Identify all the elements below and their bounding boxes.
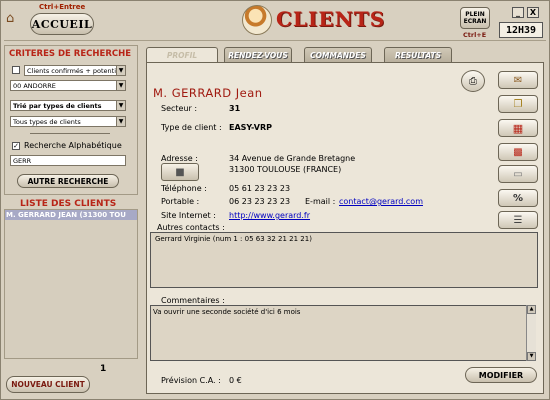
comments-field[interactable]: Va ouvrir une seconde société d'ici 6 mo… <box>150 305 536 361</box>
accueil-button[interactable]: ACCUEIL <box>30 13 94 35</box>
company-button[interactable]: ▩ <box>498 143 538 161</box>
client-list-title: LISTE DES CLIENTS <box>20 199 117 209</box>
comments-label: Commentaires : <box>161 296 225 305</box>
close-button[interactable]: X <box>527 7 539 18</box>
other-search-button[interactable]: AUTRE RECHERCHE <box>17 174 119 188</box>
email-label: E-mail : <box>305 197 336 206</box>
list-item[interactable]: M. GERRARD JEAN (31300 TOU <box>5 210 137 220</box>
revenue-forecast-value: 0 € <box>229 376 242 385</box>
alpha-search-label: Recherche Alphabétique <box>24 141 122 150</box>
client-type-select-value: Tous types de clients <box>13 118 81 126</box>
email-button[interactable]: ✉ <box>498 71 538 89</box>
map-icon: ■ <box>175 166 185 178</box>
address-line2: 31300 TOULOUSE (FRANCE) <box>229 165 342 174</box>
client-status-select-value: Clients confirmés + potenti <box>27 67 117 75</box>
percent-icon: % <box>512 192 524 204</box>
address-line1: 34 Avenue de Grande Bretagne <box>229 154 356 163</box>
tab-rendez-vous[interactable]: RENDEZ-VOUS <box>224 47 292 62</box>
catalog-icon: ☰ <box>513 214 523 226</box>
client-count: 1 <box>100 364 107 374</box>
fullscreen-shortcut-label: Ctrl+E <box>463 31 487 39</box>
scroll-down-icon[interactable]: ▼ <box>527 352 536 361</box>
tab-resultats[interactable]: RESULTATS <box>384 47 452 62</box>
percent-button[interactable]: % <box>498 189 538 207</box>
factory-icon: ▩ <box>513 146 523 158</box>
other-contacts-field[interactable]: Gerrard Virginie (num 1 : 05 63 32 21 21… <box>150 232 538 288</box>
table-icon: ▦ <box>512 121 524 135</box>
website-label: Site Internet : <box>161 211 216 220</box>
comments-scrollbar[interactable]: ▲ ▼ <box>526 305 536 361</box>
client-status-select[interactable]: Clients confirmés + potenti ▼ <box>24 65 126 76</box>
country-select-value: 00 ANDORRE <box>13 82 56 90</box>
scroll-up-icon[interactable]: ▲ <box>527 305 536 314</box>
confirmed-clients-checkbox[interactable] <box>12 66 20 74</box>
alpha-search-input[interactable]: GERR <box>10 155 126 166</box>
sort-select-value: Trié par types de clients <box>13 102 102 110</box>
envelope-icon: ✉ <box>513 74 523 86</box>
client-type-select[interactable]: Tous types de clients ▼ <box>10 116 126 127</box>
client-type-value: EASY-VRP <box>229 123 272 132</box>
print-button[interactable]: ⎙ <box>461 70 485 92</box>
secteur-value: 31 <box>229 104 241 113</box>
map-button[interactable]: ■ <box>161 163 199 181</box>
page-title: CLIENTS <box>276 7 386 31</box>
phone-label: Téléphone : <box>161 184 207 193</box>
chevron-down-icon[interactable]: ▼ <box>116 101 125 110</box>
alpha-search-checkbox[interactable]: ✓ <box>12 142 20 150</box>
chevron-down-icon[interactable]: ▼ <box>116 81 125 90</box>
printer-icon: ⎙ <box>469 75 477 87</box>
table-button[interactable]: ▦ <box>498 119 538 137</box>
address-label: Adresse : <box>161 154 198 163</box>
header-divider <box>4 40 546 41</box>
chevron-down-icon[interactable]: ▼ <box>116 66 125 75</box>
card-button[interactable]: ▭ <box>498 165 538 183</box>
documents-icon: ❐ <box>513 98 523 110</box>
minimize-button[interactable]: _ <box>512 7 524 18</box>
documents-button[interactable]: ❐ <box>498 95 538 113</box>
client-list <box>4 209 138 359</box>
home-icon: ⌂ <box>6 11 15 26</box>
clients-avatar-icon <box>242 5 272 35</box>
search-divider <box>30 133 110 134</box>
email-link[interactable]: contact@gerard.com <box>339 197 423 206</box>
new-client-button[interactable]: NOUVEAU CLIENT <box>6 376 90 393</box>
sort-select[interactable]: Trié par types de clients ▼ <box>10 100 126 111</box>
card-icon: ▭ <box>513 168 523 180</box>
fullscreen-button[interactable]: PLEIN ECRAN <box>460 7 490 29</box>
clock: 12H39 <box>499 22 543 38</box>
phone-value: 05 61 23 23 23 <box>229 184 291 193</box>
catalog-button[interactable]: ☰ <box>498 211 538 229</box>
mobile-label: Portable : <box>161 197 200 206</box>
tab-profil[interactable]: PROFIL <box>146 47 218 62</box>
chevron-down-icon[interactable]: ▼ <box>116 117 125 126</box>
secteur-label: Secteur : <box>161 104 198 113</box>
revenue-forecast-label: Prévision C.A. : <box>161 376 221 385</box>
accueil-shortcut-label: Ctrl+Entree <box>39 3 86 11</box>
client-name: M. GERRARD Jean <box>153 86 263 100</box>
search-criteria-title: CRITERES DE RECHERCHE <box>9 49 132 59</box>
website-link[interactable]: http://www.gerard.fr <box>229 211 310 220</box>
country-select[interactable]: 00 ANDORRE ▼ <box>10 80 126 91</box>
mobile-value: 06 23 23 23 23 <box>229 197 291 206</box>
client-type-label: Type de client : <box>161 123 222 132</box>
modify-button[interactable]: MODIFIER <box>465 367 537 383</box>
tab-commandes[interactable]: COMMANDES <box>304 47 372 62</box>
other-contacts-label: Autres contacts : <box>157 223 225 232</box>
